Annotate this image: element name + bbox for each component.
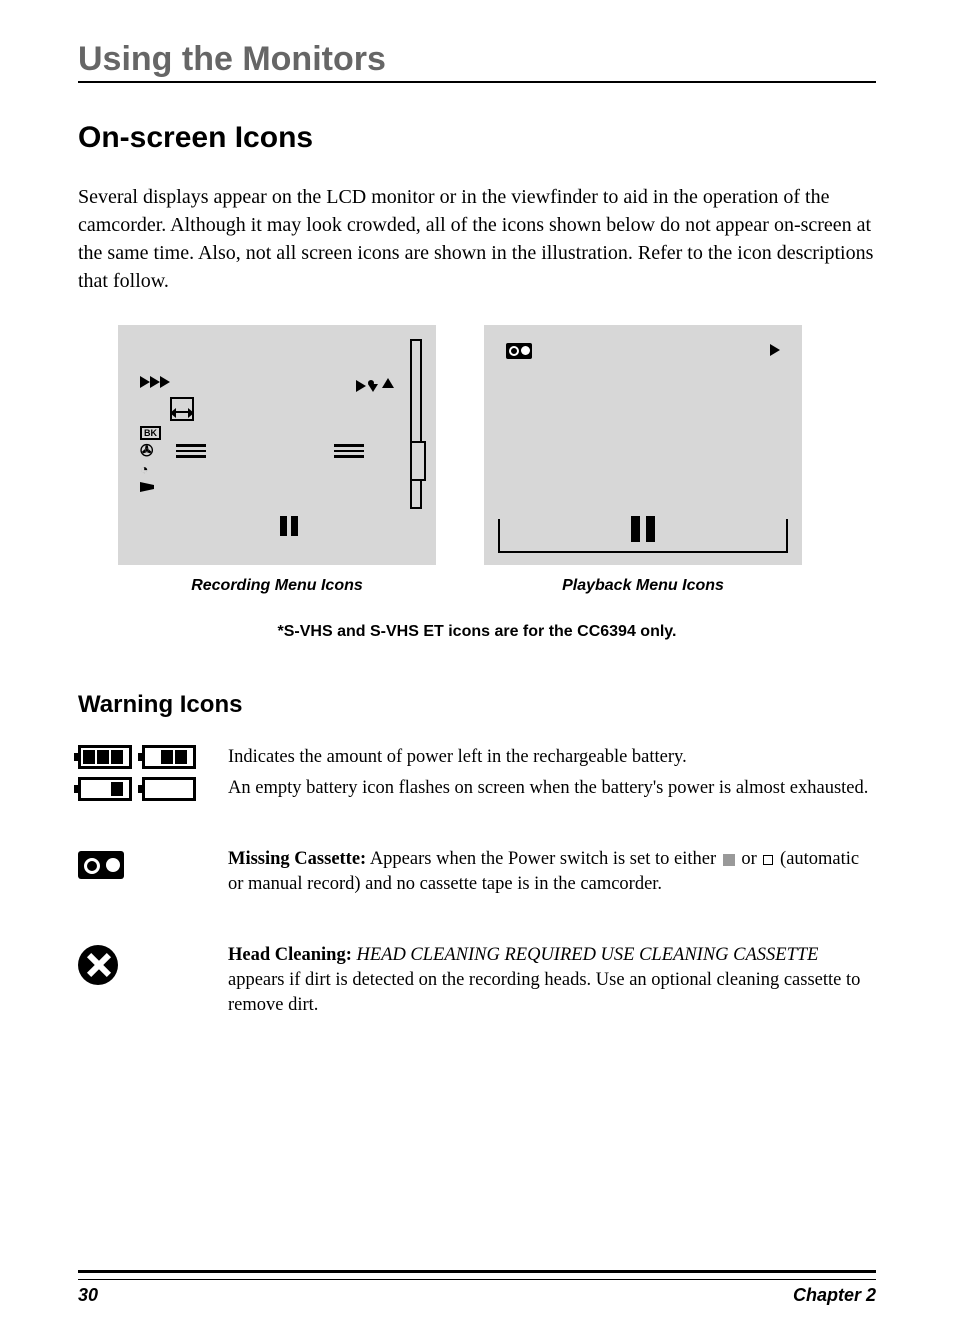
play-person-icon — [356, 379, 382, 397]
battery-text-2: An empty battery icon flashes on screen … — [228, 776, 876, 801]
caption-recording: Recording Menu Icons — [118, 577, 436, 595]
battery-two-thirds-icon — [142, 745, 196, 769]
battery-one-third-icon — [78, 777, 132, 801]
footer-rule — [78, 1270, 876, 1280]
page-number: 30 — [78, 1285, 98, 1306]
bk-icon: BK — [140, 423, 161, 441]
zoom-bar-icon — [410, 339, 422, 509]
menu-lines-left-icon — [176, 441, 206, 461]
heading-on-screen-icons: On-screen Icons — [78, 121, 876, 155]
pause-icon — [278, 516, 300, 541]
missing-cassette-text: Missing Cassette: Appears when the Power… — [228, 847, 876, 897]
intro-paragraph: Several displays appear on the LCD monit… — [78, 183, 876, 295]
up-triangle-icon — [382, 375, 394, 393]
battery-empty-icon — [142, 777, 196, 801]
section-title: Using the Monitors — [78, 40, 876, 83]
playback-screen — [484, 325, 802, 565]
battery-full-icon — [78, 745, 132, 769]
flag-icon — [140, 479, 154, 497]
pause-large-icon — [628, 516, 658, 547]
double-arrow-box-icon — [170, 397, 194, 421]
battery-level-icons — [78, 745, 208, 801]
chapter-label: Chapter 2 — [793, 1285, 876, 1306]
square-filled-icon — [723, 854, 735, 866]
warning-missing-cassette: Missing Cassette: Appears when the Power… — [78, 847, 876, 903]
battery-text-1: Indicates the amount of power left in th… — [228, 745, 876, 770]
recording-screen: BK ✇ ◔ — [118, 325, 436, 565]
play-icon — [770, 343, 780, 361]
menu-lines-right-icon — [334, 441, 364, 461]
warning-battery: Indicates the amount of power left in th… — [78, 745, 876, 807]
error-x-icon — [78, 945, 118, 985]
wind-icon: ✇ — [140, 441, 153, 461]
warning-head-cleaning: Head Cleaning: HEAD CLEANING REQUIRED US… — [78, 943, 876, 1024]
square-outline-icon — [763, 855, 773, 865]
cassette-icon — [78, 851, 124, 879]
head-cleaning-text: Head Cleaning: HEAD CLEANING REQUIRED US… — [228, 943, 876, 1018]
fast-forward-icon — [140, 375, 170, 393]
caption-playback: Playback Menu Icons — [484, 577, 802, 595]
timer-icon: ◔ — [140, 461, 148, 477]
svhs-note: *S-VHS and S-VHS ET icons are for the CC… — [78, 623, 876, 641]
cassette-small-icon — [506, 343, 532, 364]
heading-warning-icons: Warning Icons — [78, 691, 876, 719]
screen-illustrations: BK ✇ ◔ — [118, 325, 876, 565]
